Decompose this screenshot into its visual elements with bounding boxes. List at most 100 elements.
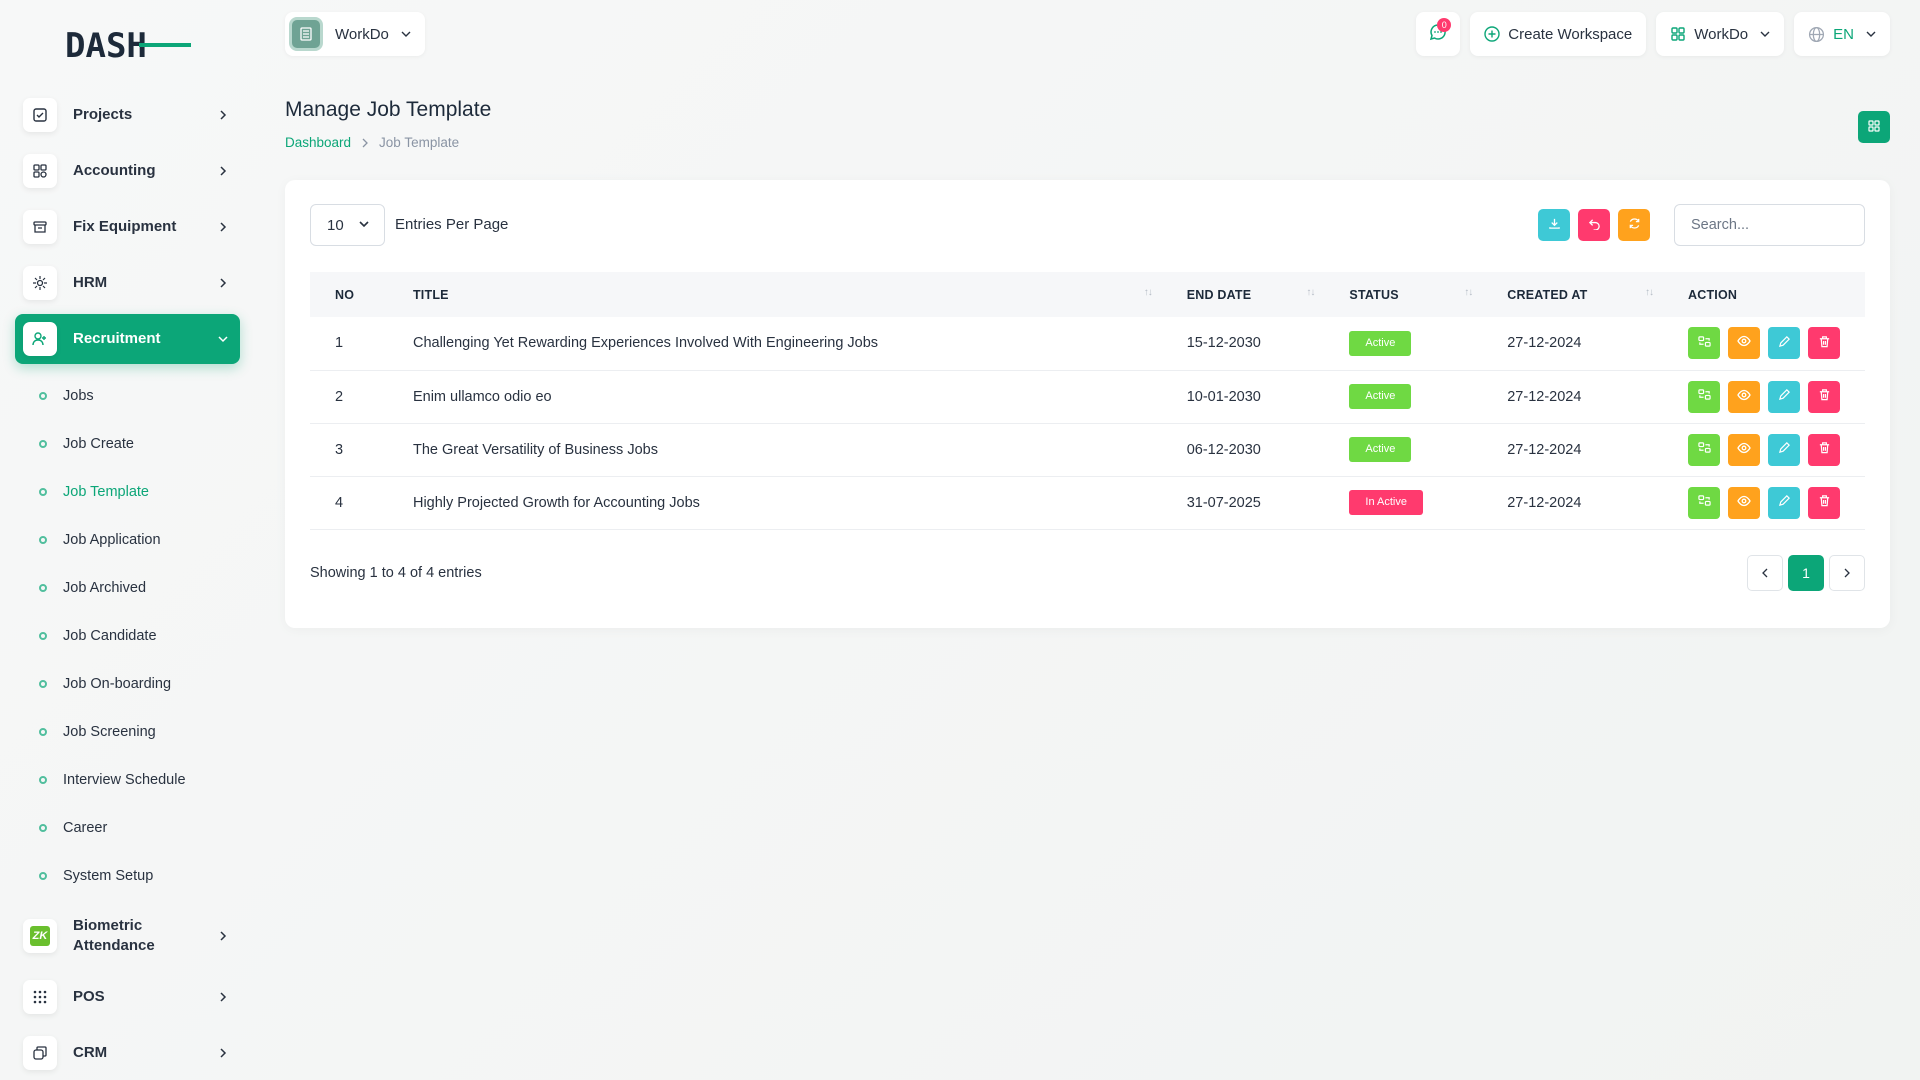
bullet-icon: [39, 488, 47, 496]
export-button[interactable]: [1538, 209, 1570, 241]
column-header-no[interactable]: NO: [310, 272, 388, 317]
breadcrumb-current: Job Template: [379, 135, 460, 150]
reload-button[interactable]: [1618, 209, 1650, 241]
convert-button[interactable]: [1688, 380, 1720, 413]
pencil-icon: [1778, 441, 1791, 458]
sort-icon: ↑↓: [1143, 287, 1153, 298]
delete-button[interactable]: [1808, 327, 1840, 360]
pencil-icon: [1778, 335, 1791, 352]
sidebar-item-hrm[interactable]: HRM: [15, 258, 240, 308]
grid-view-button[interactable]: [1858, 111, 1890, 143]
chevron-right-icon: [216, 1046, 230, 1060]
workspace-switcher[interactable]: WorkDo: [285, 12, 425, 56]
refresh-icon: [1628, 217, 1641, 234]
entries-per-page-label: Entries Per Page: [395, 216, 509, 233]
column-header-end-date[interactable]: END DATE ↑↓: [1162, 272, 1325, 317]
pagination-prev-button[interactable]: [1747, 555, 1783, 591]
status-badge: Active: [1349, 330, 1412, 356]
sidebar-item-pos[interactable]: POS: [15, 972, 240, 1022]
zk-logo-icon: ZK: [23, 919, 57, 953]
create-workspace-button[interactable]: Create Workspace: [1470, 12, 1647, 56]
page-title: Manage Job Template: [285, 98, 492, 121]
edit-button[interactable]: [1768, 380, 1800, 413]
column-header-title[interactable]: TITLE ↑↓: [388, 272, 1162, 317]
sidebar-item-crm[interactable]: CRM: [15, 1028, 240, 1078]
grid-icon: [1868, 119, 1880, 136]
delete-button[interactable]: [1808, 380, 1840, 413]
cell-end-date: 10-01-2030: [1186, 388, 1261, 405]
reset-button[interactable]: [1578, 209, 1610, 241]
edit-button[interactable]: [1768, 327, 1800, 360]
cell-actions: [1663, 370, 1865, 423]
submenu-label: Job Screening: [63, 724, 156, 740]
convert-button[interactable]: [1688, 433, 1720, 466]
sidebar-item-biometric-attendance[interactable]: ZK Biometric Attendance: [15, 906, 240, 966]
edit-button[interactable]: [1768, 433, 1800, 466]
chevron-down-icon: [216, 332, 230, 346]
eye-icon: [1737, 494, 1751, 512]
sidebar-item-recruitment[interactable]: Recruitment: [15, 314, 240, 364]
message-count-badge: 0: [1437, 18, 1452, 32]
view-button[interactable]: [1728, 380, 1760, 413]
edit-button[interactable]: [1768, 486, 1800, 519]
sidebar-item-label: CRM: [73, 1044, 108, 1061]
bullet-icon: [39, 440, 47, 448]
submenu-item-job-candidate[interactable]: Job Candidate: [15, 612, 240, 660]
brand-logo[interactable]: DASH: [15, 0, 240, 90]
view-button[interactable]: [1728, 327, 1760, 360]
status-badge: Active: [1349, 437, 1412, 462]
trash-icon: [1818, 335, 1831, 352]
header-label: END DATE: [1186, 287, 1252, 302]
submenu-item-interview-schedule[interactable]: Interview Schedule: [15, 756, 240, 804]
sidebar-item-projects[interactable]: Projects: [15, 90, 240, 140]
column-header-created-at[interactable]: CREATED AT ↑↓: [1482, 272, 1663, 317]
sidebar-item-label: HRM: [73, 274, 108, 291]
grid-icon: [23, 154, 57, 188]
sidebar-item-fix-equipment[interactable]: Fix Equipment: [15, 202, 240, 252]
submenu-item-job-onboarding[interactable]: Job On-boarding: [15, 660, 240, 708]
submenu-item-job-application[interactable]: Job Application: [15, 516, 240, 564]
cell-actions: [1663, 317, 1865, 370]
convert-icon: [1697, 388, 1711, 405]
entries-per-page-select[interactable]: 10: [310, 204, 385, 246]
view-button[interactable]: [1728, 486, 1760, 519]
submenu-label: Job Application: [63, 532, 161, 548]
cell-title: Enim ullamco odio eo: [412, 388, 552, 405]
convert-button[interactable]: [1688, 486, 1720, 519]
submenu-item-job-create[interactable]: Job Create: [15, 420, 240, 468]
chevron-down-icon: [1866, 29, 1876, 39]
chevron-down-icon: [358, 217, 370, 234]
zk-logo-text: ZK: [30, 926, 50, 946]
view-button[interactable]: [1728, 433, 1760, 466]
pagination-next-button[interactable]: [1829, 555, 1865, 591]
search-input[interactable]: [1674, 204, 1865, 246]
submenu-label: System Setup: [63, 868, 154, 884]
cell-status: Active: [1324, 317, 1482, 370]
submenu-item-job-archived[interactable]: Job Archived: [15, 564, 240, 612]
trash-icon: [1818, 494, 1831, 511]
submenu-item-career[interactable]: Career: [15, 804, 240, 852]
sidebar-item-label: Projects: [73, 106, 133, 123]
chevron-down-icon: [1760, 29, 1770, 39]
table-row: 1 Challenging Yet Rewarding Experiences …: [310, 317, 1865, 370]
submenu-item-system-setup[interactable]: System Setup: [15, 852, 240, 900]
submenu-label: Job Candidate: [63, 628, 157, 644]
submenu-item-jobs[interactable]: Jobs: [15, 372, 240, 420]
delete-button[interactable]: [1808, 486, 1840, 519]
submenu-item-job-screening[interactable]: Job Screening: [15, 708, 240, 756]
submenu-item-job-template[interactable]: Job Template: [15, 468, 240, 516]
delete-button[interactable]: [1808, 433, 1840, 466]
pagination-page-button[interactable]: 1: [1788, 555, 1824, 591]
language-selector[interactable]: EN: [1794, 12, 1890, 56]
workspace-menu-button[interactable]: WorkDo: [1656, 12, 1785, 56]
column-header-status[interactable]: STATUS ↑↓: [1324, 272, 1482, 317]
breadcrumb-dashboard-link[interactable]: Dashboard: [285, 135, 351, 150]
convert-button[interactable]: [1688, 327, 1720, 360]
column-header-action: ACTION: [1663, 272, 1865, 317]
messages-button[interactable]: 0: [1416, 12, 1461, 56]
cell-actions: [1663, 476, 1865, 529]
checkbox-icon: [23, 98, 57, 132]
bullet-icon: [39, 680, 47, 688]
table-row: 4 Highly Projected Growth for Accounting…: [310, 476, 1865, 529]
sidebar-item-accounting[interactable]: Accounting: [15, 146, 240, 196]
